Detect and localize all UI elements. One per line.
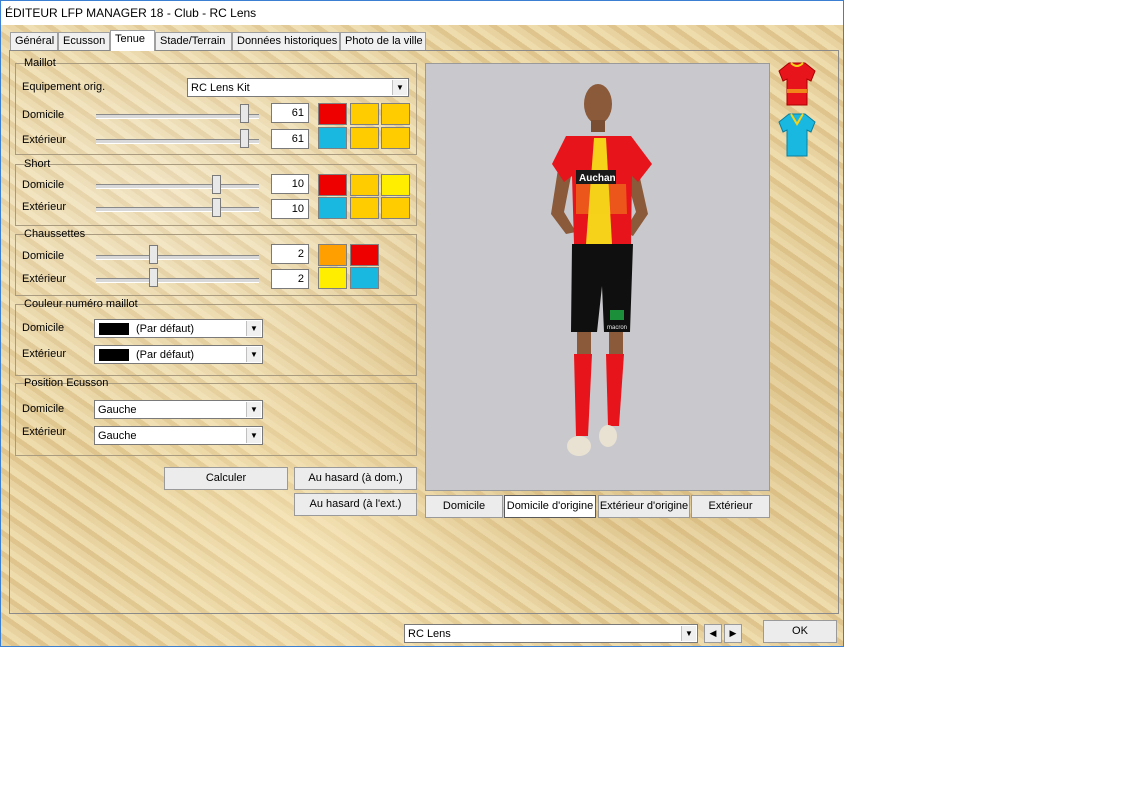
socks-away-label: Extérieur <box>22 273 67 285</box>
shorts-sponsor-text: macron <box>607 325 627 331</box>
calculer-button[interactable]: Calculer <box>164 467 288 490</box>
maillot-home-color-2[interactable] <box>350 103 379 125</box>
ecusson-away-select[interactable]: Gauche ▼ <box>94 426 263 445</box>
chevron-down-icon: ▼ <box>392 80 407 95</box>
short-home-slider-track <box>96 184 259 189</box>
ecusson-position-title: Position Ecusson <box>24 377 109 389</box>
maillot-home-label: Domicile <box>22 109 65 121</box>
chevron-down-icon: ▼ <box>246 347 261 362</box>
chevron-down-icon: ▼ <box>246 402 261 417</box>
short-away-slider-handle[interactable] <box>212 198 221 217</box>
tab-photo-ville[interactable]: Photo de la ville <box>340 32 426 50</box>
tab-general[interactable]: Général <box>10 32 58 50</box>
numero-away-color-chip <box>99 349 129 361</box>
short-away-color-3[interactable] <box>381 197 410 219</box>
away-shirt-icon[interactable] <box>777 112 817 158</box>
tab-stade-terrain[interactable]: Stade/Terrain <box>155 32 232 50</box>
shirt-sponsor-text: Auchan <box>579 173 616 184</box>
ecusson-away-label: Extérieur <box>22 426 67 438</box>
maillot-away-value[interactable]: 61 <box>271 129 309 149</box>
chevron-down-icon: ▼ <box>681 626 696 641</box>
short-away-label: Extérieur <box>22 201 67 213</box>
tab-tenue[interactable]: Tenue <box>110 30 155 51</box>
maillot-away-color-3[interactable] <box>381 127 410 149</box>
maillot-home-color-3[interactable] <box>381 103 410 125</box>
maillot-home-value[interactable]: 61 <box>271 103 309 123</box>
socks-home-color-1[interactable] <box>318 244 347 266</box>
title-bar: ÉDITEUR LFP MANAGER 18 - Club - RC Lens <box>1 1 843 25</box>
ecusson-home-select[interactable]: Gauche ▼ <box>94 400 263 419</box>
maillot-away-color-1[interactable] <box>318 127 347 149</box>
next-club-button[interactable]: ▶ <box>724 624 742 643</box>
numero-home-select[interactable]: (Par défaut) ▼ <box>94 319 263 338</box>
socks-home-value[interactable]: 2 <box>271 244 309 264</box>
numero-home-color-chip <box>99 323 129 335</box>
short-home-value[interactable]: 10 <box>271 174 309 194</box>
maillot-away-color-2[interactable] <box>350 127 379 149</box>
numero-title: Couleur numéro maillot <box>24 298 138 310</box>
maillot-home-color-1[interactable] <box>318 103 347 125</box>
tab-ecusson[interactable]: Ecusson <box>58 32 110 50</box>
chevron-right-icon: ▶ <box>729 628 737 638</box>
maillot-title: Maillot <box>24 57 56 69</box>
short-home-color-3[interactable] <box>381 174 410 196</box>
maillot-home-slider-handle[interactable] <box>240 104 249 123</box>
ecusson-home-label: Domicile <box>22 403 65 415</box>
socks-away-slider-handle[interactable] <box>149 268 158 287</box>
ecusson-position-group: Position Ecusson <box>15 377 417 456</box>
socks-away-value[interactable]: 2 <box>271 269 309 289</box>
short-home-color-1[interactable] <box>318 174 347 196</box>
player-figure: Auchan macron <box>551 84 652 456</box>
tab-donnees-historiques[interactable]: Données historiques <box>232 32 340 50</box>
socks-home-slider-track <box>96 255 259 260</box>
view-away-button[interactable]: Extérieur <box>691 495 770 518</box>
socks-away-color-2[interactable] <box>350 267 379 289</box>
maillot-away-slider-handle[interactable] <box>240 129 249 148</box>
chevron-left-icon: ◀ <box>709 628 717 638</box>
short-away-slider-track <box>96 207 259 212</box>
chevron-down-icon: ▼ <box>246 321 261 336</box>
socks-away-color-1[interactable] <box>318 267 347 289</box>
maillot-away-slider-track <box>96 139 259 144</box>
socks-away-slider-track <box>96 278 259 283</box>
short-away-color-1[interactable] <box>318 197 347 219</box>
editor-window: ÉDITEUR LFP MANAGER 18 - Club - RC Lens … <box>0 0 844 647</box>
short-title: Short <box>24 158 51 170</box>
kit-preview: Auchan macron <box>425 63 770 491</box>
club-select[interactable]: RC Lens ▼ <box>404 624 698 643</box>
short-home-label: Domicile <box>22 179 65 191</box>
numero-group: Couleur numéro maillot <box>15 298 417 376</box>
orig-kit-label: Equipement orig. <box>22 81 106 93</box>
socks-home-label: Domicile <box>22 250 65 262</box>
numero-home-label: Domicile <box>22 322 65 334</box>
orig-kit-select[interactable]: RC Lens Kit ▼ <box>187 78 409 97</box>
random-home-button[interactable]: Au hasard (à dom.) <box>294 467 417 490</box>
short-home-color-2[interactable] <box>350 174 379 196</box>
socks-home-slider-handle[interactable] <box>149 245 158 264</box>
numero-away-select[interactable]: (Par défaut) ▼ <box>94 345 263 364</box>
home-shirt-icon[interactable] <box>777 61 817 107</box>
random-away-button[interactable]: Au hasard (à l'ext.) <box>294 493 417 516</box>
view-home-origin-button[interactable]: Domicile d'origine <box>504 495 596 518</box>
socks-home-color-2[interactable] <box>350 244 379 266</box>
short-home-slider-handle[interactable] <box>212 175 221 194</box>
maillot-home-slider-track <box>96 114 259 119</box>
maillot-away-label: Extérieur <box>22 134 67 146</box>
view-away-origin-button[interactable]: Extérieur d'origine <box>598 495 690 518</box>
ok-button[interactable]: OK <box>763 620 837 643</box>
short-away-value[interactable]: 10 <box>271 199 309 219</box>
chaussettes-title: Chaussettes <box>24 228 86 240</box>
prev-club-button[interactable]: ◀ <box>704 624 722 643</box>
short-away-color-2[interactable] <box>350 197 379 219</box>
chevron-down-icon: ▼ <box>246 428 261 443</box>
numero-away-label: Extérieur <box>22 348 67 360</box>
window-title: ÉDITEUR LFP MANAGER 18 - Club - RC Lens <box>5 6 257 20</box>
view-home-button[interactable]: Domicile <box>425 495 503 518</box>
